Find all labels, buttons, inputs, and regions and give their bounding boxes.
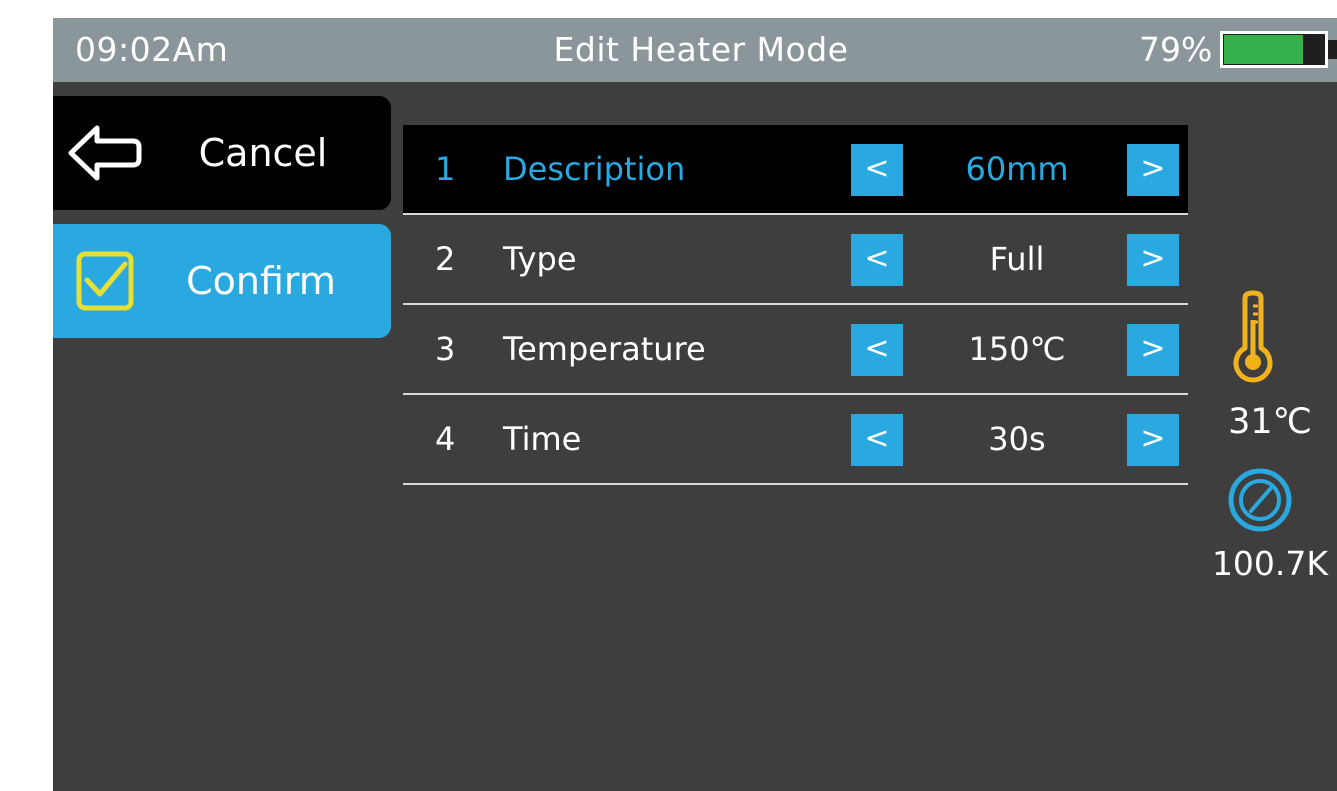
setting-row-type[interactable]: 2 Type < Full > xyxy=(403,215,1188,305)
decrement-button[interactable]: < xyxy=(851,234,903,286)
settings-list: 1 Description < 60mm > 2 Type < Full > 3… xyxy=(403,125,1188,485)
battery-tip xyxy=(1328,40,1337,59)
gauge-icon xyxy=(1228,468,1292,532)
setting-value: Full xyxy=(989,240,1045,278)
decrement-button[interactable]: < xyxy=(851,144,903,196)
thermometer-icon xyxy=(1233,290,1273,383)
checkbox-checked-icon xyxy=(76,251,134,311)
setting-label: Temperature xyxy=(503,330,706,368)
status-bar: 09:02Am Edit Heater Mode 79% xyxy=(53,18,1337,82)
setting-value: 60mm xyxy=(965,150,1069,188)
cancel-button-label: Cancel xyxy=(198,131,328,175)
cancel-button[interactable]: Cancel xyxy=(53,96,391,210)
confirm-button[interactable]: Confirm xyxy=(53,224,391,338)
setting-index: 2 xyxy=(435,240,456,278)
battery-level-fill xyxy=(1224,35,1303,64)
setting-index: 4 xyxy=(435,420,456,458)
setting-label: Description xyxy=(503,150,686,188)
setting-value: 150℃ xyxy=(968,330,1066,368)
setting-index: 3 xyxy=(435,330,456,368)
setting-row-description[interactable]: 1 Description < 60mm > xyxy=(403,125,1188,215)
increment-button[interactable]: > xyxy=(1127,324,1179,376)
pressure-readout: 100.7K xyxy=(1211,544,1329,583)
increment-button[interactable]: > xyxy=(1127,144,1179,196)
back-arrow-icon xyxy=(68,125,142,181)
decrement-button[interactable]: < xyxy=(851,324,903,376)
setting-value: 30s xyxy=(988,420,1046,458)
temperature-readout: 31℃ xyxy=(1228,402,1312,442)
increment-button[interactable]: > xyxy=(1127,414,1179,466)
battery-icon xyxy=(1220,31,1328,68)
decrement-button[interactable]: < xyxy=(851,414,903,466)
confirm-button-label: Confirm xyxy=(186,259,336,303)
device-screen: 09:02Am Edit Heater Mode 79% Cancel Conf… xyxy=(53,18,1337,791)
setting-index: 1 xyxy=(435,150,456,188)
setting-label: Time xyxy=(503,420,582,458)
setting-row-temperature[interactable]: 3 Temperature < 150℃ > xyxy=(403,305,1188,395)
battery-percent: 79% xyxy=(1139,30,1213,69)
setting-row-time[interactable]: 4 Time < 30s > xyxy=(403,395,1188,485)
increment-button[interactable]: > xyxy=(1127,234,1179,286)
setting-label: Type xyxy=(503,240,577,278)
